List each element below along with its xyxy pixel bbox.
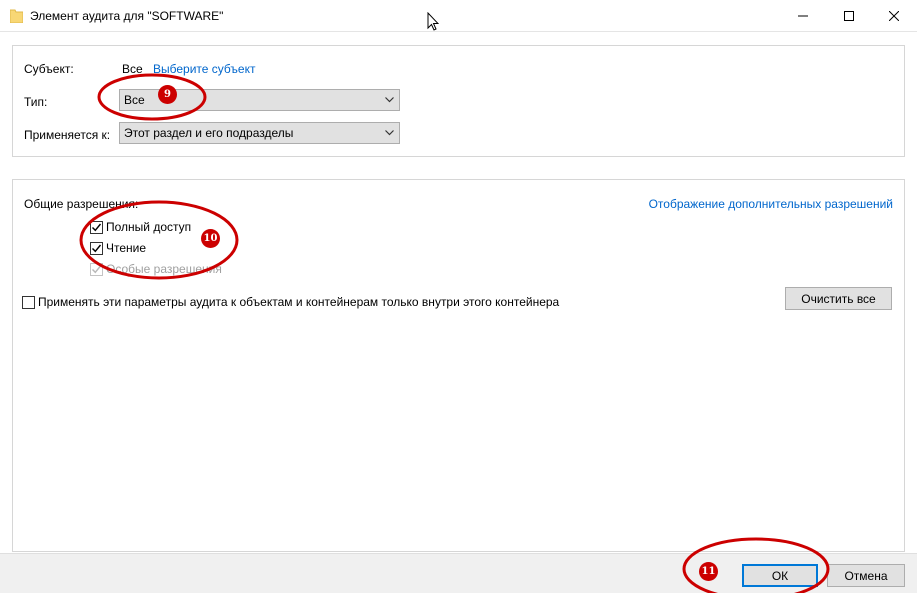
checkmark-icon bbox=[92, 265, 102, 274]
applies-to-label: Применяется к: bbox=[24, 128, 111, 142]
show-advanced-permissions-link[interactable]: Отображение дополнительных разрешений bbox=[649, 197, 893, 211]
applies-to-select-value: Этот раздел и его подразделы bbox=[124, 126, 294, 140]
cancel-button[interactable]: Отмена bbox=[827, 564, 905, 587]
minimize-button[interactable] bbox=[780, 0, 826, 31]
clear-all-button[interactable]: Очистить все bbox=[785, 287, 892, 310]
subject-value: Все bbox=[122, 62, 143, 76]
annotation-badge-10: 10 bbox=[201, 229, 220, 248]
type-label: Тип: bbox=[24, 95, 48, 109]
chevron-down-icon bbox=[385, 130, 394, 136]
chevron-down-icon bbox=[385, 97, 394, 103]
minimize-icon bbox=[798, 15, 808, 16]
ok-button[interactable]: ОК bbox=[742, 564, 818, 587]
subject-label: Субъект: bbox=[24, 62, 74, 76]
type-select-value: Все bbox=[124, 93, 145, 107]
dialog-body: Субъект: Все Выберите субъект Тип: Все П… bbox=[0, 31, 917, 553]
special-permissions-checkbox bbox=[90, 263, 103, 276]
full-access-label: Полный доступ bbox=[106, 220, 192, 234]
close-icon bbox=[889, 10, 899, 21]
apply-only-inside-label: Применять эти параметры аудита к объекта… bbox=[38, 295, 560, 309]
maximize-button[interactable] bbox=[826, 0, 872, 31]
subject-group: Субъект: Все Выберите субъект Тип: Все П… bbox=[12, 45, 905, 157]
annotation-badge-9: 9 bbox=[158, 85, 177, 104]
title-bar: Элемент аудита для "SOFTWARE" bbox=[0, 0, 917, 31]
full-access-checkbox[interactable] bbox=[90, 221, 103, 234]
checkmark-icon bbox=[92, 223, 102, 232]
folder-icon bbox=[10, 9, 23, 23]
annotation-badge-11: 11 bbox=[699, 562, 718, 581]
permissions-label: Общие разрешения: bbox=[24, 197, 139, 211]
applies-to-select[interactable]: Этот раздел и его подразделы bbox=[119, 122, 400, 144]
read-checkbox[interactable] bbox=[90, 242, 103, 255]
select-subject-link[interactable]: Выберите субъект bbox=[153, 62, 255, 76]
permissions-group: Общие разрешения: Отображение дополнител… bbox=[12, 179, 905, 552]
window-title: Элемент аудита для "SOFTWARE" bbox=[30, 9, 224, 23]
mouse-cursor-icon bbox=[427, 12, 439, 31]
checkmark-icon bbox=[92, 244, 102, 253]
close-button[interactable] bbox=[871, 0, 917, 31]
read-label: Чтение bbox=[106, 241, 147, 255]
dialog-footer: ОК Отмена bbox=[0, 553, 917, 593]
special-permissions-label: Особые разрешения bbox=[106, 262, 222, 276]
apply-only-inside-checkbox[interactable] bbox=[22, 296, 35, 309]
maximize-icon bbox=[844, 10, 854, 21]
